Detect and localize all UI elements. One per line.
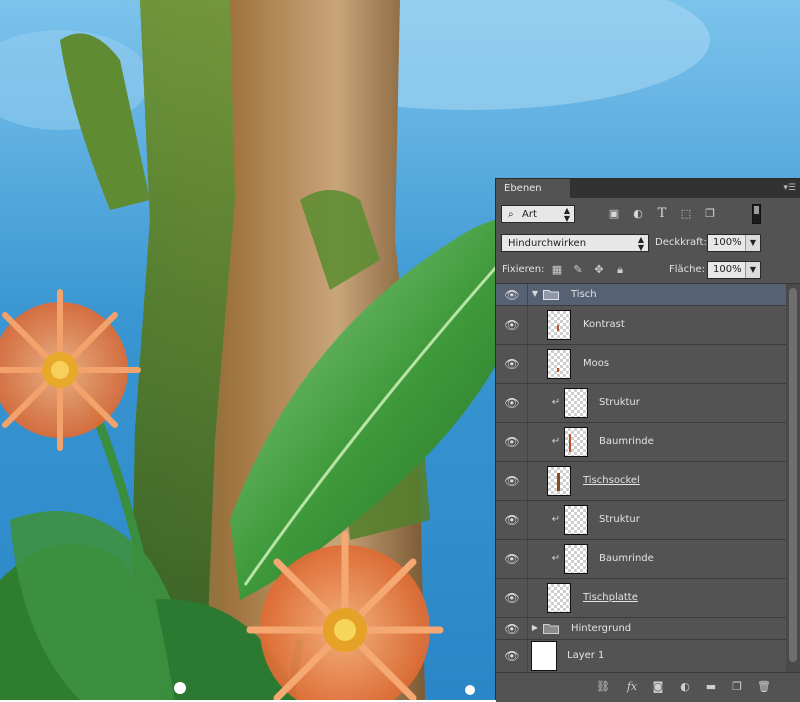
dropdown-arrows-icon: ▲ ▼ — [563, 206, 570, 223]
opacity-value: 100% — [713, 237, 742, 248]
lock-label: Fixieren: — [502, 264, 545, 275]
layers-panel: Ebenen ▾☰ ⌕ Art ▲ ▼ ▣ ◐ T ⬚ ❐ Hindurchwir… — [495, 178, 800, 702]
clipping-arrow-icon: ↵ — [551, 436, 561, 447]
mask-icon[interactable]: ◙ — [650, 680, 666, 694]
layer-struktur-2[interactable]: 👁︎ ↵ Struktur — [496, 501, 786, 540]
visibility-eye-icon[interactable]: 👁︎ — [504, 649, 520, 663]
layer-thumbnail — [564, 388, 588, 418]
image-filter-icon[interactable]: ▣ — [606, 205, 622, 223]
visibility-eye-icon[interactable]: 👁︎ — [504, 474, 520, 488]
visibility-eye-icon[interactable]: 👁︎ — [504, 435, 520, 449]
fill-input[interactable]: 100% ▼ — [707, 261, 761, 279]
adjustment-filter-icon[interactable]: ◐ — [630, 205, 646, 223]
link-icon[interactable]: ⛓︎ — [595, 680, 611, 694]
layer-name: Layer 1 — [567, 650, 605, 661]
layer-kontrast[interactable]: 👁︎ Kontrast — [496, 306, 786, 345]
clipping-arrow-icon: ↵ — [551, 514, 561, 525]
opacity-input[interactable]: 100% ▼ — [707, 234, 761, 252]
layer-thumbnail — [547, 583, 571, 613]
layer-thumbnail — [531, 641, 557, 671]
folder-icon — [543, 290, 559, 300]
visibility-eye-icon[interactable]: 👁︎ — [504, 591, 520, 605]
layer-name: Tischsockel — [583, 475, 640, 486]
blend-mode-dropdown[interactable]: Hindurchwirken ▲ ▼ — [501, 234, 649, 252]
layer-thumbnail — [564, 427, 588, 457]
opacity-label: Deckkraft: — [655, 237, 707, 248]
lock-position-icon[interactable]: ✥ — [592, 261, 606, 279]
visibility-eye-icon[interactable]: 👁︎ — [504, 396, 520, 410]
chevron-down-icon[interactable]: ▼ — [745, 235, 760, 251]
layer-group-tisch[interactable]: 👁︎ ▼ Tisch — [496, 284, 786, 306]
new-layer-icon[interactable]: ❐ — [729, 680, 745, 694]
blend-mode-value: Hindurchwirken — [508, 238, 587, 249]
folder-icon — [543, 624, 559, 634]
filter-kind-dropdown[interactable]: ⌕ Art ▲ ▼ — [501, 205, 575, 223]
layer-list-scrollbar[interactable] — [786, 284, 800, 672]
visibility-eye-icon[interactable]: 👁︎ — [504, 318, 520, 332]
lock-transparency-icon[interactable]: ▦ — [550, 261, 564, 279]
layer-thumbnail — [547, 310, 571, 340]
layer-baumrinde-1[interactable]: 👁︎ ↵ Baumrinde — [496, 423, 786, 462]
layer-layer-1[interactable]: 👁︎ Layer 1 — [496, 640, 786, 672]
fill-label: Fläche: — [669, 264, 706, 275]
expand-triangle-icon[interactable]: ▼ — [530, 289, 540, 298]
new-group-icon[interactable]: ▬ — [703, 680, 719, 694]
layer-moos[interactable]: 👁︎ Moos — [496, 345, 786, 384]
dropdown-arrows-icon: ▲ ▼ — [637, 235, 644, 252]
layer-group-hintergrund[interactable]: 👁︎ ▶ Hintergrund — [496, 618, 786, 640]
tab-ebenen[interactable]: Ebenen — [496, 179, 570, 198]
layer-thumbnail — [547, 349, 571, 379]
visibility-eye-icon[interactable]: 👁︎ — [504, 622, 520, 636]
layer-name: Kontrast — [583, 319, 625, 330]
layer-list: 👁︎ ▼ Tisch 👁︎ Kontrast 👁︎ Moos 👁︎ ↵ Stru… — [496, 284, 786, 672]
type-filter-icon[interactable]: T — [654, 205, 670, 223]
layer-tischsockel[interactable]: 👁︎ Tischsockel — [496, 462, 786, 501]
layer-name: Baumrinde — [599, 436, 654, 447]
lock-all-icon[interactable]: 🔒︎ — [613, 261, 627, 279]
layer-name: Tischplatte — [583, 592, 638, 603]
layers-bottom-toolbar: ⛓︎ fx ◙ ◐ ▬ ❐ 🗑︎ — [496, 672, 800, 702]
trash-icon[interactable]: 🗑︎ — [756, 680, 772, 694]
layer-name: Struktur — [599, 514, 640, 525]
lock-row: Fixieren: ▦ ✎ ✥ 🔒︎ Fläche: 100% ▼ — [496, 257, 800, 284]
layer-thumbnail — [564, 544, 588, 574]
shape-filter-icon[interactable]: ⬚ — [678, 205, 694, 223]
layer-name: Tisch — [571, 289, 597, 300]
filter-toggle-switch[interactable] — [752, 204, 761, 224]
visibility-eye-icon[interactable]: 👁︎ — [504, 552, 520, 566]
visibility-eye-icon[interactable]: 👁︎ — [504, 288, 520, 302]
layer-name: Struktur — [599, 397, 640, 408]
layer-name: Hintergrund — [571, 623, 632, 634]
collapse-triangle-icon[interactable]: ▶ — [530, 623, 540, 632]
panel-tabbar: Ebenen ▾☰ — [496, 179, 800, 198]
layer-thumbnail — [547, 466, 571, 496]
adjustment-icon[interactable]: ◐ — [677, 680, 693, 694]
clipping-arrow-icon: ↵ — [551, 397, 561, 408]
smart-object-filter-icon[interactable]: ❐ — [702, 205, 718, 223]
fill-value: 100% — [713, 264, 742, 275]
blend-row: Hindurchwirken ▲ ▼ Deckkraft: 100% ▼ — [496, 230, 800, 257]
search-icon: ⌕ — [508, 209, 514, 220]
layer-name: Baumrinde — [599, 553, 654, 564]
chevron-down-icon[interactable]: ▼ — [745, 262, 760, 278]
fx-icon[interactable]: fx — [624, 680, 640, 694]
layer-name: Moos — [583, 358, 610, 369]
layer-thumbnail — [564, 505, 588, 535]
scrollbar-thumb[interactable] — [789, 288, 797, 662]
visibility-eye-icon[interactable]: 👁︎ — [504, 513, 520, 527]
filter-row: ⌕ Art ▲ ▼ ▣ ◐ T ⬚ ❐ — [496, 198, 800, 230]
layer-tischplatte[interactable]: 👁︎ Tischplatte — [496, 579, 786, 618]
filter-kind-value: Art — [522, 209, 537, 220]
layer-baumrinde-2[interactable]: 👁︎ ↵ Baumrinde — [496, 540, 786, 579]
lock-brush-icon[interactable]: ✎ — [571, 261, 585, 279]
visibility-eye-icon[interactable]: 👁︎ — [504, 357, 520, 371]
panel-menu-icon[interactable]: ▾☰ — [782, 182, 796, 194]
clipping-arrow-icon: ↵ — [551, 553, 561, 564]
layer-struktur-1[interactable]: 👁︎ ↵ Struktur — [496, 384, 786, 423]
